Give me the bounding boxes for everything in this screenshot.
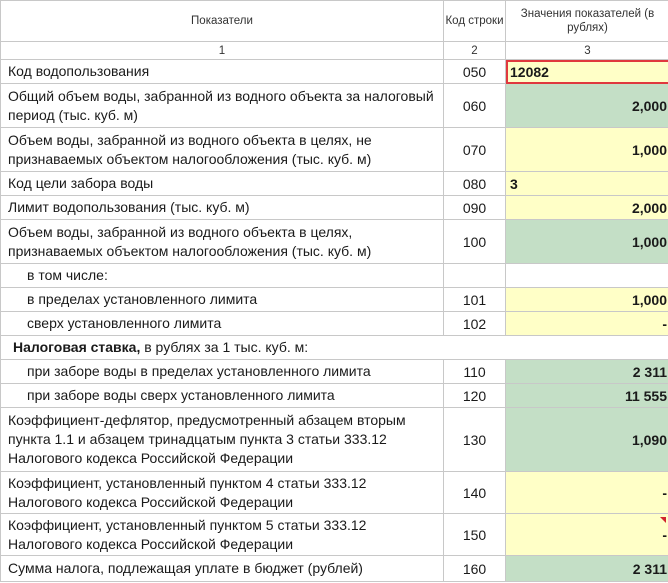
header-values: Значения показателей (в рублях) (505, 0, 668, 42)
row-code: 050 (443, 59, 506, 84)
row-label: в том числе: (0, 263, 444, 288)
row-code: 090 (443, 195, 506, 220)
row-label: сверх установленного лимита (0, 311, 444, 336)
row-code: 080 (443, 171, 506, 196)
row-code: 102 (443, 311, 506, 336)
row-label: Код водопользования (0, 59, 444, 84)
value-cell-160: 2 311 (505, 555, 668, 582)
col-number-3: 3 (505, 41, 668, 60)
value-cell-070[interactable]: 1,000 (505, 127, 668, 172)
table-row: Код водопользования 050 12082 (0, 59, 668, 84)
row-label: Лимит водопользования (тыс. куб. м) (0, 195, 444, 220)
row-code: 070 (443, 127, 506, 172)
row-code: 150 (443, 513, 506, 556)
value-cell-110: 2 311 (505, 359, 668, 384)
section-tax-rate: Налоговая ставка, в рублях за 1 тыс. куб… (0, 335, 668, 360)
col-number-1: 1 (0, 41, 444, 60)
row-code: 160 (443, 555, 506, 582)
table-row: Коэффициент, установленный пунктом 4 ста… (0, 471, 668, 514)
section-subtitle: в рублях за 1 тыс. куб. м: (140, 339, 309, 355)
table-row: Объем воды, забранной из водного объекта… (0, 219, 668, 264)
table-row: при заборе воды сверх установленного лим… (0, 383, 668, 408)
row-label: при заборе воды сверх установленного лим… (0, 383, 444, 408)
value-cell-140[interactable]: - (505, 471, 668, 514)
row-code (443, 263, 506, 288)
table-row: Сумма налога, подлежащая уплате в бюджет… (0, 555, 668, 582)
value-cell-120: 11 555 (505, 383, 668, 408)
table-row: Код цели забора воды 080 3 (0, 171, 668, 196)
row-label: Коэффициент, установленный пунктом 4 ста… (0, 471, 444, 514)
table-row: Коэффициент-дефлятор, предусмотренный аб… (0, 407, 668, 472)
row-label: Общий объем воды, забранной из водного о… (0, 83, 444, 128)
row-code: 140 (443, 471, 506, 514)
row-code: 110 (443, 359, 506, 384)
table-row: в том числе: (0, 263, 668, 288)
row-code: 101 (443, 287, 506, 312)
col-number-2: 2 (443, 41, 506, 60)
row-label: в пределах установленного лимита (0, 287, 444, 312)
row-label: Коэффициент, установленный пунктом 5 ста… (0, 513, 444, 556)
table-row: Налоговая ставка, в рублях за 1 тыс. куб… (0, 335, 668, 360)
value-cell-060: 2,000 (505, 83, 668, 128)
row-code: 060 (443, 83, 506, 128)
value-cell-080[interactable]: 3 (505, 171, 668, 196)
table-row: Коэффициент, установленный пунктом 5 ста… (0, 513, 668, 556)
value-cell-100: 1,000 (505, 219, 668, 264)
row-label: Объем воды, забранной из водного объекта… (0, 219, 444, 264)
row-code: 100 (443, 219, 506, 264)
value-cell-101[interactable]: 1,000 (505, 287, 668, 312)
table-row: Объем воды, забранной из водного объекта… (0, 127, 668, 172)
header-indicators: Показатели (0, 0, 444, 42)
value-cell-050[interactable]: 12082 (505, 59, 668, 84)
value-cell-102[interactable]: - (505, 311, 668, 336)
table-row: Общий объем воды, забранной из водного о… (0, 83, 668, 128)
row-label: Код цели забора воды (0, 171, 444, 196)
row-label: Объем воды, забранной из водного объекта… (0, 127, 444, 172)
value-cell-150[interactable]: - (505, 513, 668, 556)
table-row: сверх установленного лимита 102 - (0, 311, 668, 336)
table-row: при заборе воды в пределах установленног… (0, 359, 668, 384)
table-row: в пределах установленного лимита 101 1,0… (0, 287, 668, 312)
tax-form-table: Показатели Код строки Значения показател… (0, 0, 668, 582)
comment-indicator-icon[interactable] (660, 517, 666, 523)
row-label: Сумма налога, подлежащая уплате в бюджет… (0, 555, 444, 582)
value-cell-empty (505, 263, 668, 288)
row-code: 120 (443, 383, 506, 408)
section-title: Налоговая ставка, (13, 339, 141, 355)
value-cell-130: 1,090 (505, 407, 668, 472)
row-code: 130 (443, 407, 506, 472)
row-label: при заборе воды в пределах установленног… (0, 359, 444, 384)
row-label: Коэффициент-дефлятор, предусмотренный аб… (0, 407, 444, 472)
table-row: Лимит водопользования (тыс. куб. м) 090 … (0, 195, 668, 220)
value-cell-090[interactable]: 2,000 (505, 195, 668, 220)
header-line-code: Код строки (443, 0, 506, 42)
